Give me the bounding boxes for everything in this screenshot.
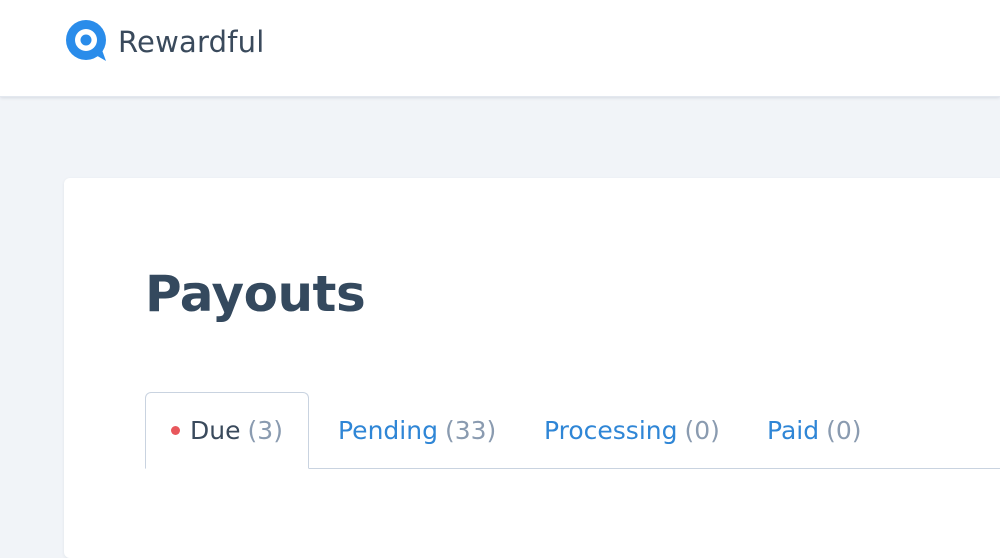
- tab-processing-count: (0): [684, 415, 720, 445]
- tab-pending-count: (33): [444, 415, 497, 445]
- top-navigation-bar: Rewardful: [0, 0, 1000, 97]
- tab-paid-count: (0): [826, 415, 862, 445]
- tab-due-label: Due: [190, 416, 241, 445]
- page-title: Payouts: [145, 265, 366, 323]
- tab-paid-label: Paid: [767, 415, 820, 445]
- tab-pending[interactable]: Pending (33): [338, 392, 496, 468]
- rewardful-logo-icon: [66, 20, 106, 61]
- payout-status-tabs: Due (3) Pending (33) Processing (0) Paid…: [145, 392, 1000, 469]
- tab-due[interactable]: Due (3): [145, 392, 309, 469]
- brand-home-link[interactable]: Rewardful: [64, 19, 264, 65]
- tab-pending-label: Pending: [338, 415, 438, 445]
- tab-due-count: (3): [247, 416, 283, 445]
- brand-name: Rewardful: [118, 25, 265, 59]
- tab-processing[interactable]: Processing (0): [544, 392, 720, 468]
- tab-paid[interactable]: Paid (0): [767, 392, 862, 468]
- payouts-card: Payouts Due (3) Pending (33) Processing …: [64, 178, 1000, 558]
- tab-processing-label: Processing: [544, 415, 678, 445]
- due-indicator-dot: [171, 426, 181, 435]
